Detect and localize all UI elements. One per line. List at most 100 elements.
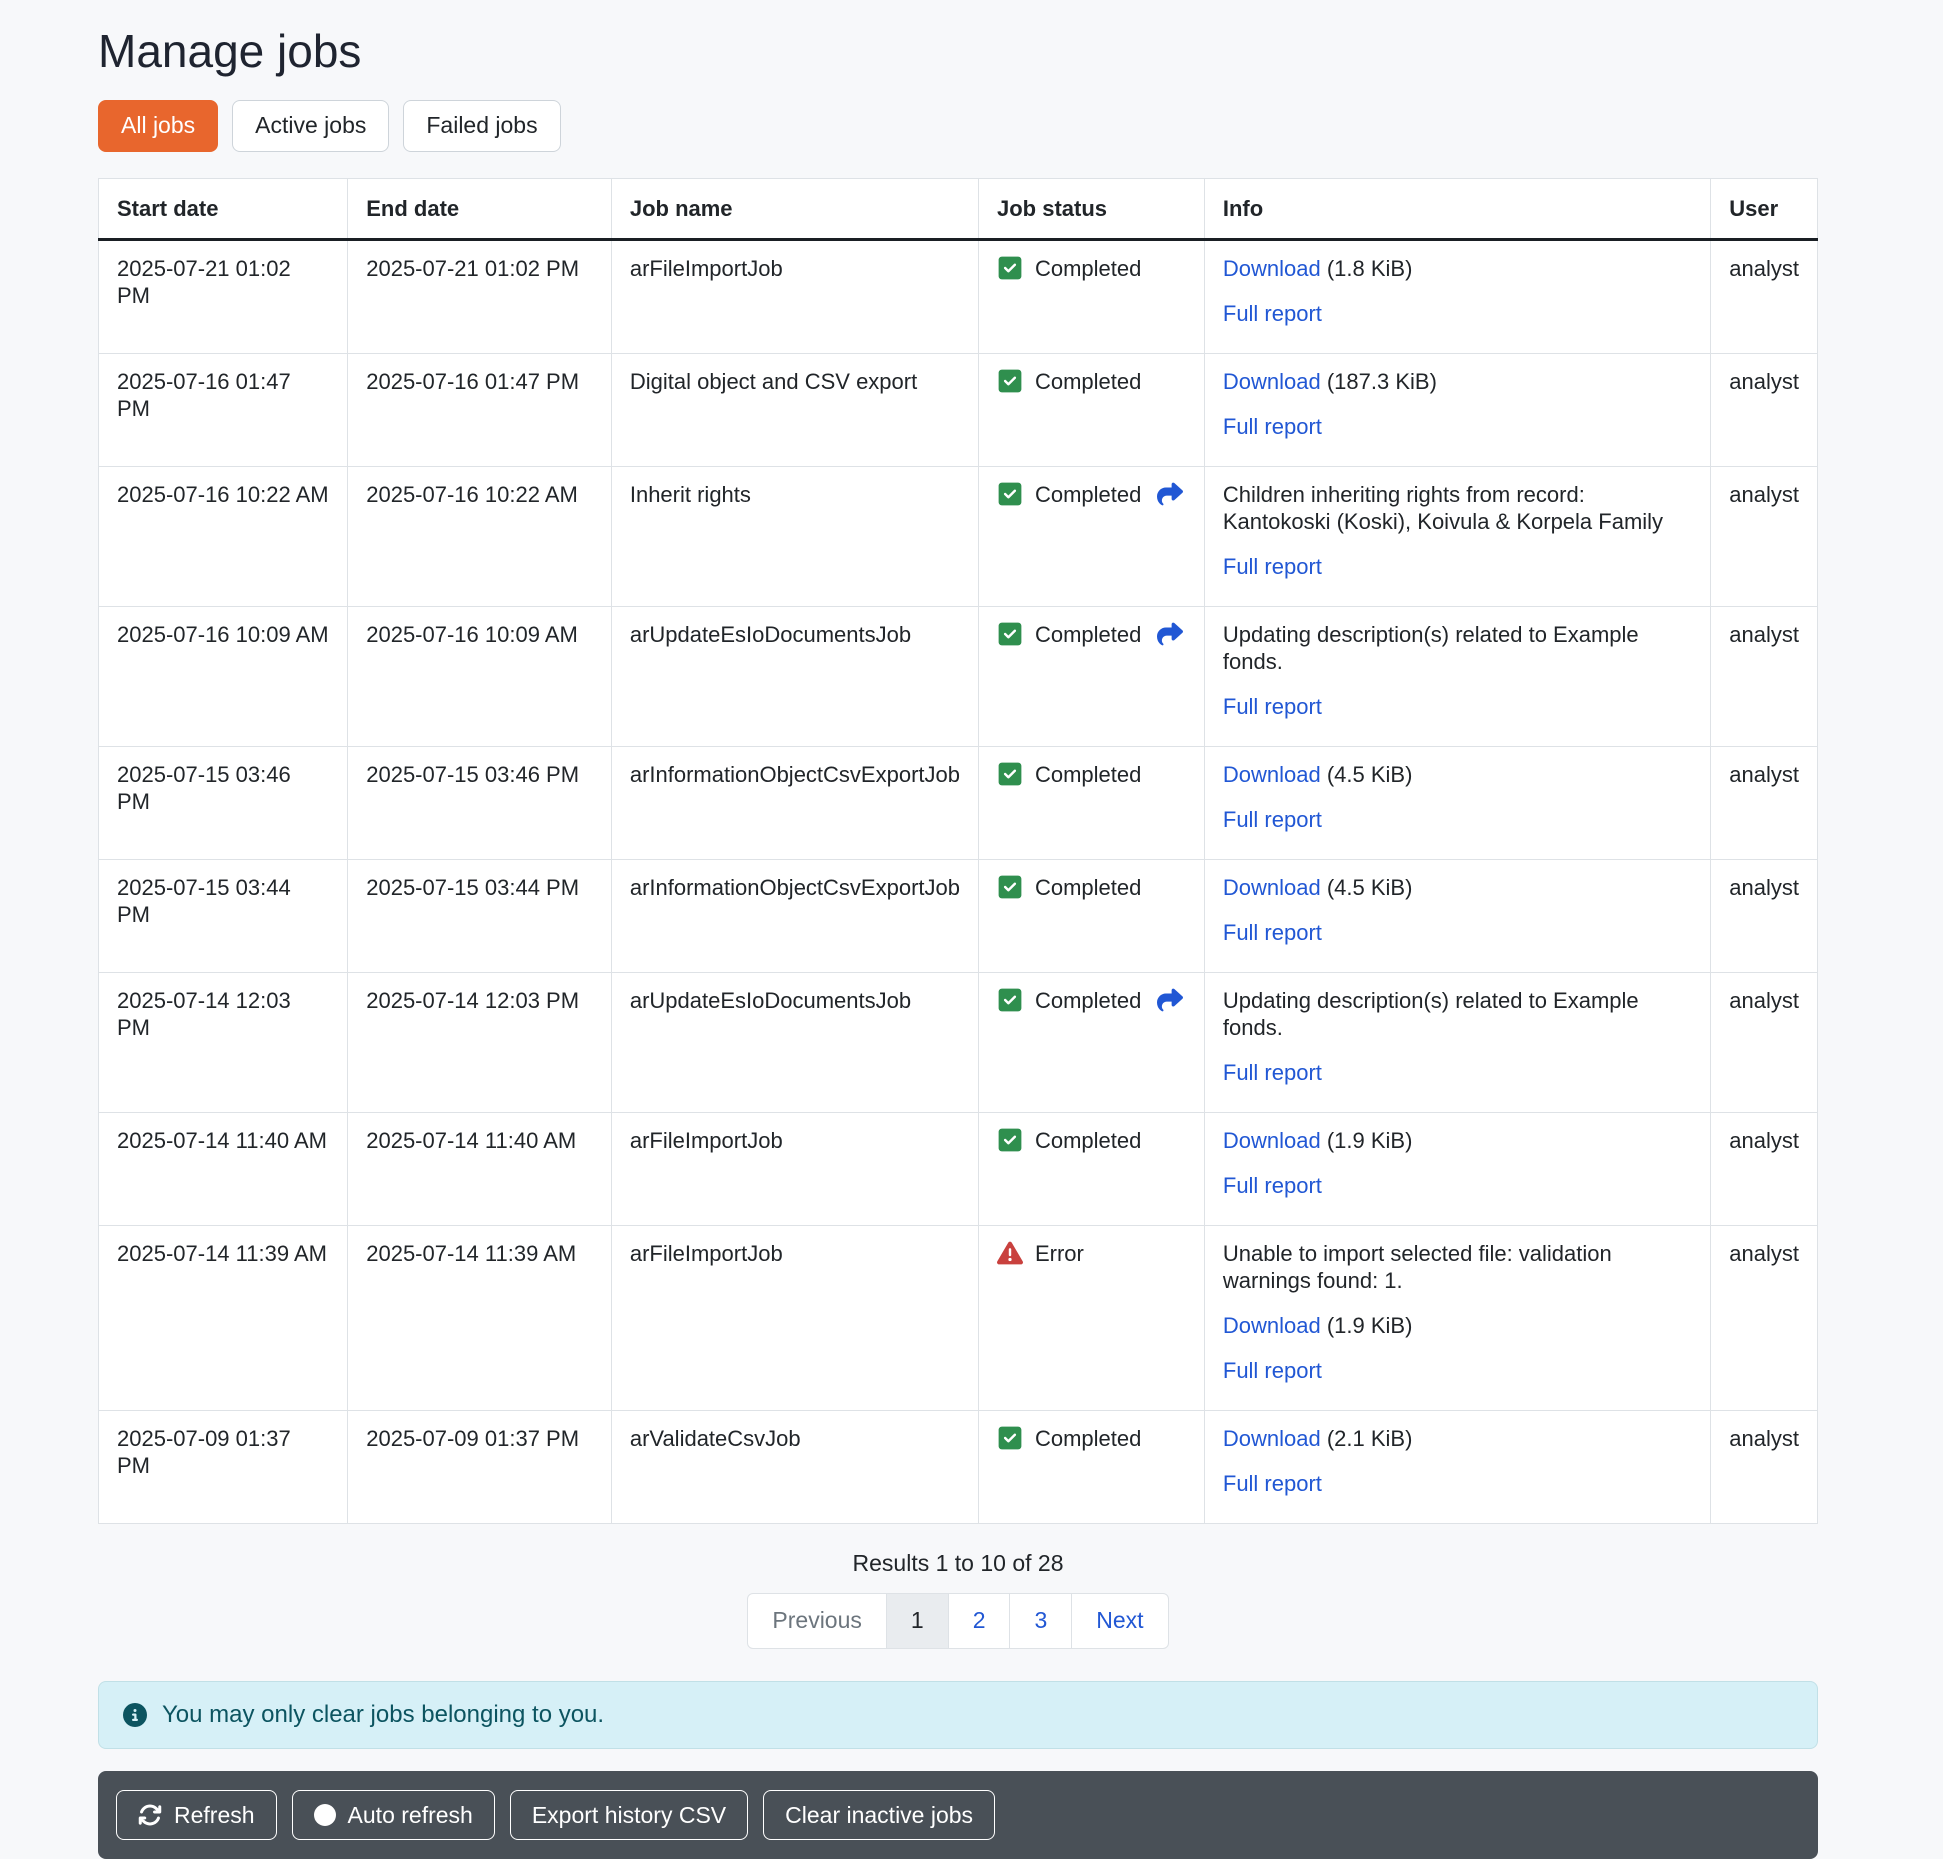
download-size: (4.5 KiB) xyxy=(1327,762,1413,787)
job-name-cell: arInformationObjectCsvExportJob xyxy=(611,746,978,859)
end-date-cell: 2025-07-14 12:03 PM xyxy=(348,972,612,1112)
job-status-cell: Completed xyxy=(978,1112,1204,1225)
end-date-cell: 2025-07-16 10:09 AM xyxy=(348,606,612,746)
table-row: 2025-07-15 03:46 PM 2025-07-15 03:46 PM … xyxy=(99,746,1818,859)
job-status-cell: Completed xyxy=(978,353,1204,466)
share-arrow-icon xyxy=(1157,987,1183,1013)
filter-all-jobs-button[interactable]: All jobs xyxy=(98,100,218,152)
info-message: Updating description(s) related to Examp… xyxy=(1223,621,1692,675)
full-report-link[interactable]: Full report xyxy=(1223,694,1322,719)
table-row: 2025-07-16 10:09 AM 2025-07-16 10:09 AM … xyxy=(99,606,1818,746)
download-size: (2.1 KiB) xyxy=(1327,1426,1413,1451)
job-status-cell: Completed xyxy=(978,606,1204,746)
check-square-icon xyxy=(997,874,1023,900)
download-link[interactable]: Download xyxy=(1223,1426,1321,1451)
auto-refresh-button[interactable]: Auto refresh xyxy=(292,1790,495,1840)
full-report-line: Full report xyxy=(1223,1357,1692,1384)
user-cell: analyst xyxy=(1711,1112,1818,1225)
download-link[interactable]: Download xyxy=(1223,369,1321,394)
end-date-cell: 2025-07-16 10:22 AM xyxy=(348,466,612,606)
download-link[interactable]: Download xyxy=(1223,256,1321,281)
filter-active-jobs-button[interactable]: Active jobs xyxy=(232,100,389,152)
status-label: Completed xyxy=(1035,1425,1141,1452)
end-date-cell: 2025-07-14 11:40 AM xyxy=(348,1112,612,1225)
full-report-link[interactable]: Full report xyxy=(1223,1471,1322,1496)
download-line: Download (4.5 KiB) xyxy=(1223,761,1692,788)
download-link[interactable]: Download xyxy=(1223,1128,1321,1153)
download-size: (1.9 KiB) xyxy=(1327,1313,1413,1338)
start-date-cell: 2025-07-16 10:22 AM xyxy=(99,466,348,606)
full-report-link[interactable]: Full report xyxy=(1223,301,1322,326)
start-date-cell: 2025-07-21 01:02 PM xyxy=(99,239,348,353)
full-report-line: Full report xyxy=(1223,1470,1692,1497)
check-square-icon xyxy=(997,621,1023,647)
job-status-cell: Error xyxy=(978,1225,1204,1410)
info-cell: Download (1.8 KiB)Full report xyxy=(1204,239,1710,353)
download-link[interactable]: Download xyxy=(1223,875,1321,900)
download-link[interactable]: Download xyxy=(1223,762,1321,787)
full-report-link[interactable]: Full report xyxy=(1223,920,1322,945)
end-date-cell: 2025-07-21 01:02 PM xyxy=(348,239,612,353)
header-end-date: End date xyxy=(348,178,612,239)
filter-failed-jobs-button[interactable]: Failed jobs xyxy=(403,100,560,152)
actions-toolbar: Refresh Auto refresh Export history CSV … xyxy=(98,1771,1818,1859)
header-start-date: Start date xyxy=(99,178,348,239)
full-report-line: Full report xyxy=(1223,1059,1692,1086)
start-date-cell: 2025-07-09 01:37 PM xyxy=(99,1410,348,1523)
refresh-button[interactable]: Refresh xyxy=(116,1790,277,1840)
full-report-link[interactable]: Full report xyxy=(1223,1060,1322,1085)
manage-jobs-page: Manage jobs All jobs Active jobs Failed … xyxy=(98,0,1818,1859)
full-report-link[interactable]: Full report xyxy=(1223,554,1322,579)
download-link[interactable]: Download xyxy=(1223,1313,1321,1338)
user-cell: analyst xyxy=(1711,239,1818,353)
info-cell: Unable to import selected file: validati… xyxy=(1204,1225,1710,1410)
user-cell: analyst xyxy=(1711,1225,1818,1410)
info-cell: Updating description(s) related to Examp… xyxy=(1204,606,1710,746)
table-row: 2025-07-09 01:37 PM 2025-07-09 01:37 PM … xyxy=(99,1410,1818,1523)
check-square-icon xyxy=(997,1127,1023,1153)
header-job-status: Job status xyxy=(978,178,1204,239)
full-report-line: Full report xyxy=(1223,1172,1692,1199)
status-label: Error xyxy=(1035,1240,1084,1267)
user-cell: analyst xyxy=(1711,353,1818,466)
check-square-icon xyxy=(997,255,1023,281)
info-alert-text: You may only clear jobs belonging to you… xyxy=(162,1701,604,1729)
info-cell: Download (4.5 KiB)Full report xyxy=(1204,746,1710,859)
download-line: Download (1.9 KiB) xyxy=(1223,1312,1692,1339)
table-row: 2025-07-14 12:03 PM 2025-07-14 12:03 PM … xyxy=(99,972,1818,1112)
status-label: Completed xyxy=(1035,621,1141,648)
download-line: Download (187.3 KiB) xyxy=(1223,368,1692,395)
page-title: Manage jobs xyxy=(98,24,1818,78)
end-date-cell: 2025-07-15 03:46 PM xyxy=(348,746,612,859)
job-name-cell: arUpdateEsIoDocumentsJob xyxy=(611,972,978,1112)
full-report-link[interactable]: Full report xyxy=(1223,807,1322,832)
full-report-link[interactable]: Full report xyxy=(1223,1358,1322,1383)
info-cell: Download (2.1 KiB)Full report xyxy=(1204,1410,1710,1523)
job-name-cell: arUpdateEsIoDocumentsJob xyxy=(611,606,978,746)
full-report-link[interactable]: Full report xyxy=(1223,1173,1322,1198)
results-summary: Results 1 to 10 of 28 xyxy=(98,1550,1818,1577)
download-size: (1.8 KiB) xyxy=(1327,256,1413,281)
table-row: 2025-07-14 11:39 AM 2025-07-14 11:39 AM … xyxy=(99,1225,1818,1410)
job-status-cell: Completed xyxy=(978,746,1204,859)
refresh-arrows-icon xyxy=(138,1803,162,1827)
status-label: Completed xyxy=(1035,255,1141,282)
check-square-icon xyxy=(997,481,1023,507)
full-report-link[interactable]: Full report xyxy=(1223,414,1322,439)
clear-inactive-jobs-button[interactable]: Clear inactive jobs xyxy=(763,1790,995,1840)
info-cell: Download (1.9 KiB) Full report xyxy=(1204,1112,1710,1225)
download-line: Download (1.8 KiB) xyxy=(1223,255,1692,282)
export-history-csv-button[interactable]: Export history CSV xyxy=(510,1790,748,1840)
info-message: Children inheriting rights from record: … xyxy=(1223,481,1692,535)
job-name-cell: arFileImportJob xyxy=(611,239,978,353)
info-message: Updating description(s) related to Examp… xyxy=(1223,987,1692,1041)
download-line: Download (2.1 KiB) xyxy=(1223,1425,1692,1452)
user-cell: analyst xyxy=(1711,606,1818,746)
table-header-row: Start date End date Job name Job status … xyxy=(99,178,1818,239)
status-label: Completed xyxy=(1035,874,1141,901)
table-row: 2025-07-14 11:40 AM 2025-07-14 11:40 AM … xyxy=(99,1112,1818,1225)
status-label: Completed xyxy=(1035,1127,1141,1154)
job-name-cell: Digital object and CSV export xyxy=(611,353,978,466)
status-label: Completed xyxy=(1035,761,1141,788)
download-line: Download (1.9 KiB) xyxy=(1223,1127,1692,1154)
